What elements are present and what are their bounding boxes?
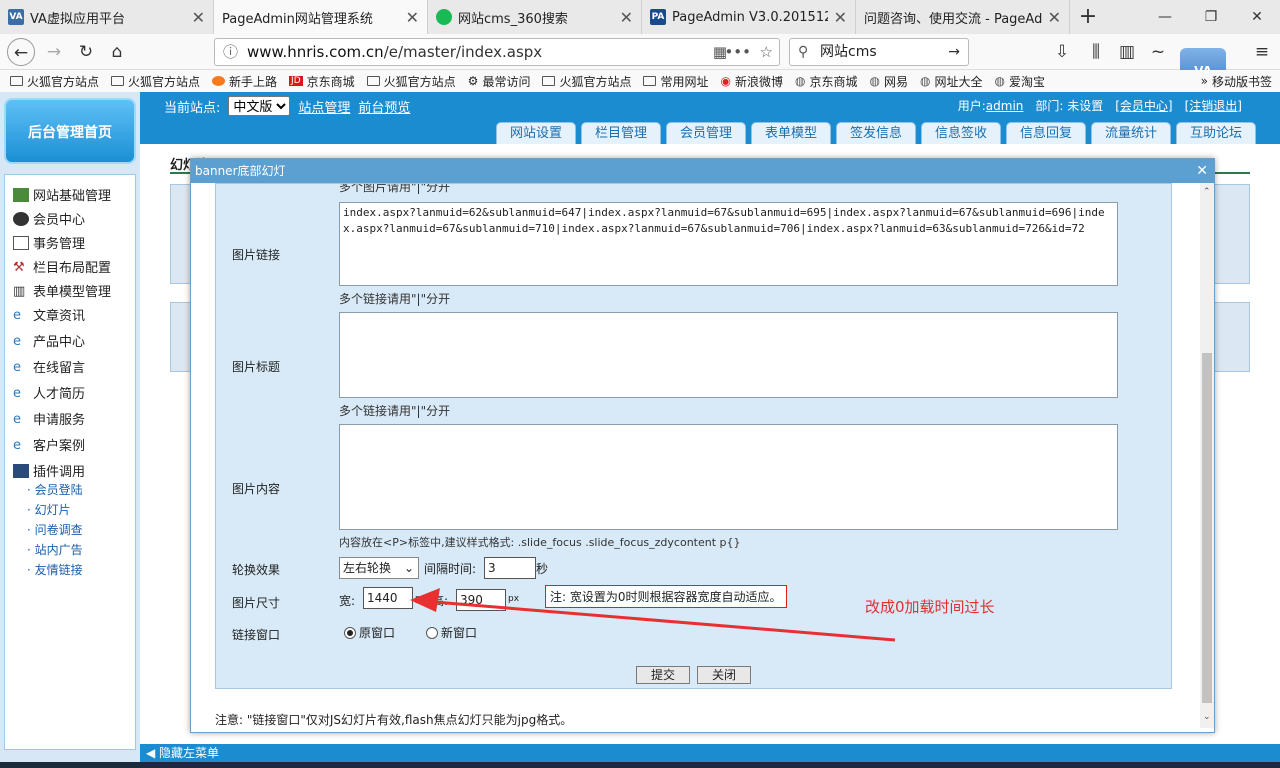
annotation-text: 改成0加载时间过长 — [865, 598, 995, 616]
arrow-line — [421, 599, 896, 642]
arrow-head-icon — [410, 588, 440, 612]
annotation-arrow — [410, 588, 896, 642]
